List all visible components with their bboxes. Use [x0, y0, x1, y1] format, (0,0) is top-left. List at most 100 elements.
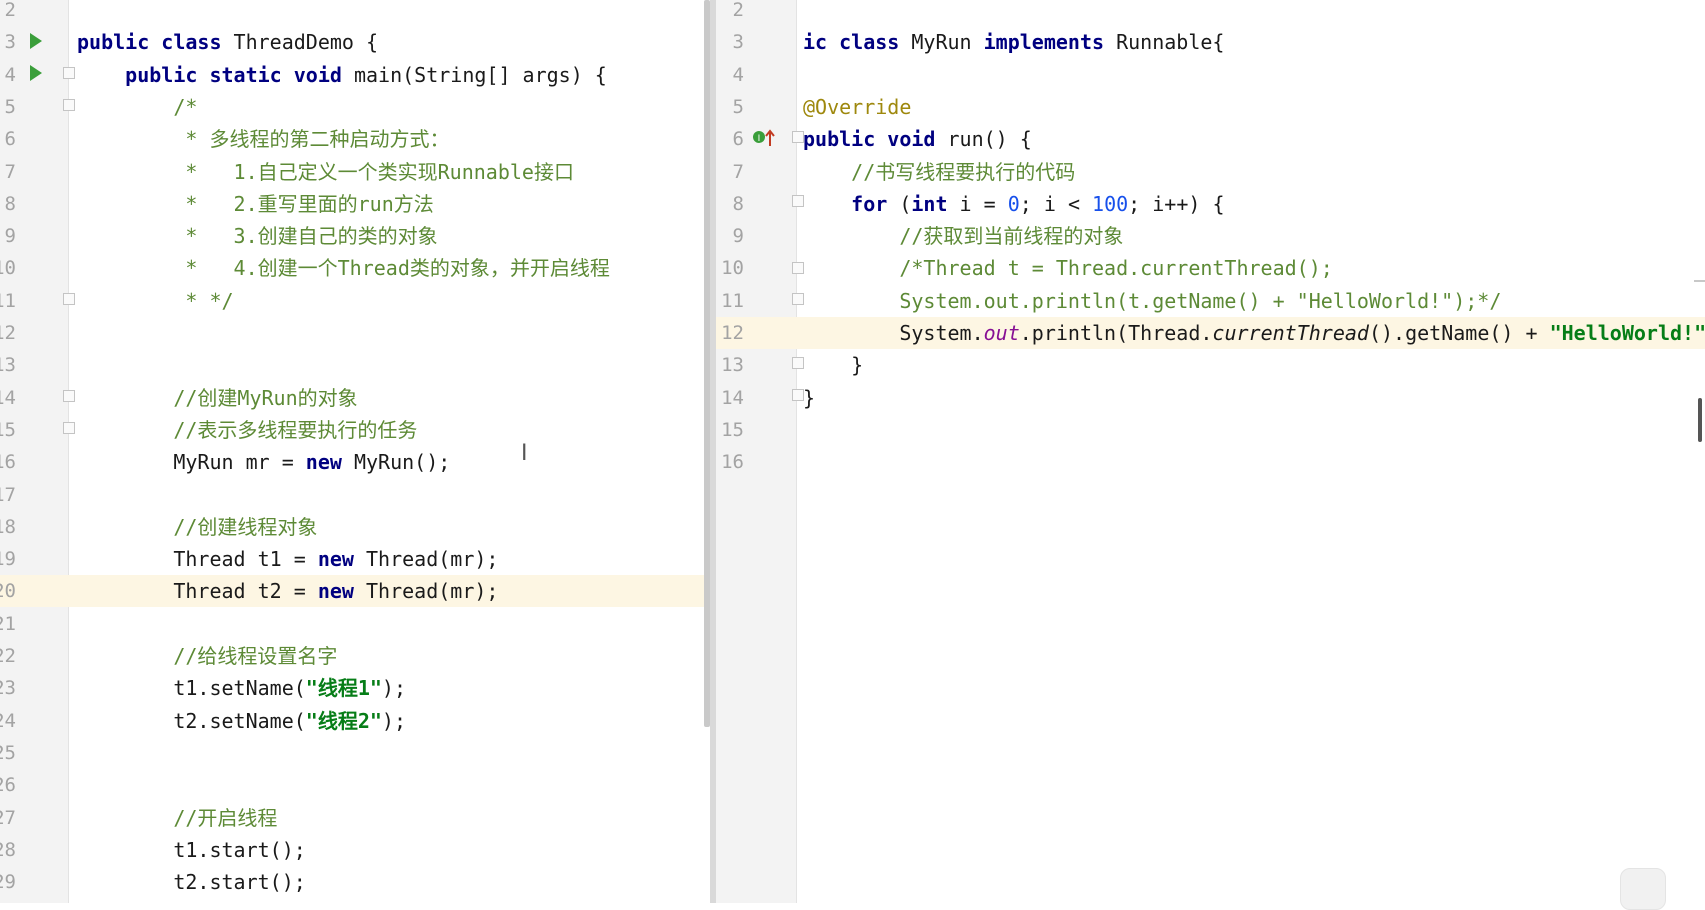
code-line[interactable]: 14} [716, 382, 1705, 414]
code-line[interactable]: 2 [0, 0, 716, 26]
code-line[interactable]: 9 //获取到当前线程的对象 [716, 220, 1705, 252]
code-line[interactable]: 10 /*Thread t = Thread.currentThread(); [716, 252, 1705, 284]
line-number[interactable]: 5 [716, 91, 744, 123]
fold-icon[interactable] [63, 293, 75, 305]
code-text[interactable]: ic class MyRun implements Runnable{ [803, 26, 1224, 58]
code-text[interactable]: /* [77, 91, 197, 123]
code-line[interactable]: 16 [716, 446, 1705, 478]
code-text[interactable]: } [803, 349, 863, 381]
line-number[interactable]: 11 [0, 285, 16, 317]
line-number[interactable]: 24 [0, 705, 16, 737]
code-line[interactable]: 7 * 1.自己定义一个类实现Runnable接口 [0, 156, 716, 188]
run-class-icon[interactable] [30, 33, 42, 49]
line-number[interactable]: 27 [0, 802, 16, 834]
code-text[interactable]: System.out.println(Thread.currentThread(… [803, 317, 1705, 349]
line-number[interactable]: 23 [0, 672, 16, 704]
code-line[interactable]: 8 * 2.重写里面的run方法 [0, 188, 716, 220]
code-line[interactable]: 4 public static void main(String[] args)… [0, 59, 716, 91]
code-text[interactable]: //创建MyRun的对象 [77, 382, 357, 414]
code-text[interactable]: t1.setName("线程1"); [77, 672, 406, 704]
code-line[interactable]: 22 //给线程设置名字 [0, 640, 716, 672]
line-number[interactable]: 7 [0, 156, 16, 188]
code-text[interactable]: t2.setName("线程2"); [77, 705, 406, 737]
code-text[interactable]: } [803, 382, 815, 414]
code-line[interactable]: 14 //创建MyRun的对象 [0, 382, 716, 414]
line-number[interactable]: 8 [0, 188, 16, 220]
code-line[interactable]: 7 //书写线程要执行的代码 [716, 156, 1705, 188]
code-text[interactable]: * 4.创建一个Thread类的对象，并开启线程 [77, 252, 610, 284]
code-text[interactable]: //书写线程要执行的代码 [803, 156, 1075, 188]
code-line[interactable]: 10 * 4.创建一个Thread类的对象，并开启线程 [0, 252, 716, 284]
code-line[interactable]: 15 //表示多线程要执行的任务 [0, 414, 716, 446]
override-method-icon[interactable]: I [752, 128, 778, 148]
run-main-icon[interactable] [30, 65, 42, 81]
line-number[interactable]: 29 [0, 866, 16, 898]
code-line[interactable]: 25 [0, 737, 716, 769]
fold-icon[interactable] [63, 67, 75, 79]
line-number[interactable]: 6 [716, 123, 744, 155]
line-number[interactable]: 9 [716, 220, 744, 252]
code-text[interactable]: //表示多线程要执行的任务 [77, 414, 417, 446]
code-line[interactable]: 11 System.out.println(t.getName() + "Hel… [716, 285, 1705, 317]
code-line[interactable]: 2 [716, 0, 1705, 26]
line-number[interactable]: 19 [0, 543, 16, 575]
line-number[interactable]: 12 [716, 317, 744, 349]
code-text[interactable]: /*Thread t = Thread.currentThread(); [803, 252, 1332, 284]
fold-icon[interactable] [63, 422, 75, 434]
code-line[interactable]: 6 public void run() { [716, 123, 1705, 155]
line-number[interactable]: 28 [0, 834, 16, 866]
code-text[interactable]: public static void main(String[] args) { [77, 59, 607, 91]
fold-icon[interactable] [63, 390, 75, 402]
line-number[interactable]: 14 [716, 382, 744, 414]
fold-icon[interactable] [63, 99, 75, 111]
code-line[interactable]: 20 Thread t2 = new Thread(mr); [0, 575, 716, 608]
line-number[interactable]: 5 [0, 91, 16, 123]
code-line[interactable]: 26 [0, 769, 716, 801]
code-line[interactable]: 16 MyRun mr = new MyRun(); [0, 446, 716, 478]
code-text[interactable]: MyRun mr = new MyRun(); [77, 446, 450, 478]
code-text[interactable]: * */ [77, 285, 233, 317]
fold-icon[interactable] [792, 389, 804, 401]
fold-icon[interactable] [792, 262, 804, 274]
line-number[interactable]: 21 [0, 608, 16, 640]
line-number[interactable]: 16 [716, 446, 744, 478]
line-number[interactable]: 20 [0, 575, 16, 607]
code-line[interactable]: 6 * 多线程的第二种启动方式： [0, 123, 716, 155]
code-line[interactable]: 12 [0, 317, 716, 349]
right-editor-pane[interactable]: 2 3 ic class MyRun implements Runnable{4 5 @… [716, 0, 1705, 903]
code-line[interactable]: 3 ic class MyRun implements Runnable{ [716, 26, 1705, 58]
code-line[interactable]: 28 t1.start(); [0, 834, 716, 866]
code-line[interactable]: 23 t1.setName("线程1"); [0, 672, 716, 704]
code-line[interactable]: 4 [716, 59, 1705, 91]
line-number[interactable]: 14 [0, 382, 16, 414]
line-number[interactable]: 18 [0, 511, 16, 543]
fold-icon[interactable] [792, 293, 804, 305]
line-number[interactable]: 10 [716, 252, 744, 284]
line-number[interactable]: 13 [716, 349, 744, 381]
code-text[interactable]: public void run() { [803, 123, 1032, 155]
code-line[interactable]: 29 t2.start(); [0, 866, 716, 898]
code-line[interactable]: 12 System.out.println(Thread.currentThre… [716, 317, 1705, 349]
fold-icon[interactable] [792, 131, 804, 143]
fold-icon[interactable] [792, 357, 804, 369]
line-number[interactable]: 22 [0, 640, 16, 672]
code-text[interactable]: @Override [803, 91, 911, 123]
line-number[interactable]: 3 [0, 26, 16, 58]
line-number[interactable]: 6 [0, 123, 16, 155]
code-text[interactable]: * 1.自己定义一个类实现Runnable接口 [77, 156, 574, 188]
code-line[interactable]: 17 [0, 479, 716, 511]
code-text[interactable]: //给线程设置名字 [77, 640, 337, 672]
line-number[interactable]: 15 [716, 414, 744, 446]
line-number[interactable]: 7 [716, 156, 744, 188]
code-line[interactable]: 13 [0, 349, 716, 381]
line-number[interactable]: 17 [0, 479, 16, 511]
line-number[interactable]: 2 [0, 0, 16, 26]
line-number[interactable]: 12 [0, 317, 16, 349]
code-line[interactable]: 18 //创建线程对象 [0, 511, 716, 543]
line-number[interactable]: 4 [0, 59, 16, 91]
code-line[interactable]: 3 public class ThreadDemo { [0, 26, 716, 58]
line-number[interactable]: 13 [0, 349, 16, 381]
fold-icon[interactable] [792, 195, 804, 207]
line-number[interactable]: 8 [716, 188, 744, 220]
line-number[interactable]: 9 [0, 220, 16, 252]
